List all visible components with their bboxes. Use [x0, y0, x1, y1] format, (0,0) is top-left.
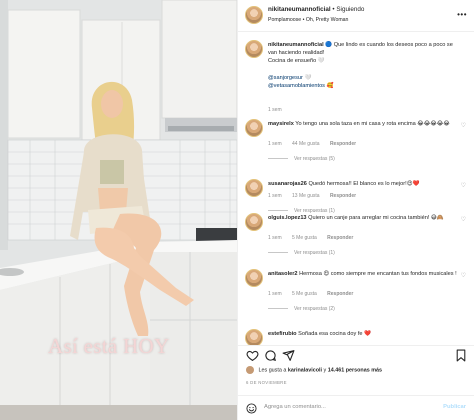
- likes-count[interactable]: 14.461 personas más: [328, 367, 382, 373]
- comment-avatar[interactable]: [245, 179, 263, 197]
- audio-link[interactable]: Pomplamoose • Oh, Pretty Woman: [268, 17, 348, 23]
- comment-body: Soñada esa cocina doy fe ❤️: [298, 331, 372, 337]
- caption-time[interactable]: 1 sem: [268, 107, 282, 113]
- likes-summary: Les gusta a karinalavicoli y 14.461 pers…: [246, 366, 382, 374]
- comment-time[interactable]: 1 sem: [268, 193, 282, 199]
- caption-meta: 1 sem: [268, 107, 291, 113]
- post-header: nikitaneumannoficial • Siguiendo Pomplam…: [238, 0, 474, 32]
- comment-username[interactable]: anitasoler2: [268, 271, 298, 277]
- author-line: nikitaneumannoficial • Siguiendo: [268, 6, 364, 13]
- view-replies-label: Ver respuestas (2): [294, 306, 335, 312]
- comment-username[interactable]: olguis.lopez13: [268, 215, 307, 221]
- comments-list[interactable]: nikitaneumannoficial 🔵 Que lindo es cuan…: [238, 33, 474, 345]
- comment-username[interactable]: maysirelx: [268, 121, 294, 127]
- comment-time[interactable]: 1 sem: [268, 141, 282, 147]
- comment-username[interactable]: estefirubio: [268, 331, 297, 337]
- publish-button[interactable]: Publicar: [443, 404, 466, 410]
- reply-button[interactable]: Responder: [330, 141, 356, 147]
- post-date[interactable]: 6 DE NOVIEMBRE: [246, 380, 287, 385]
- view-replies-button[interactable]: Ver respuestas (1): [268, 250, 335, 256]
- replies-line: [268, 210, 288, 212]
- comment-time[interactable]: 1 sem: [268, 291, 282, 297]
- comment-text: maysirelx Yo tengo una sola taza en mi c…: [268, 120, 458, 128]
- reply-button[interactable]: Responder: [327, 291, 353, 297]
- emoji-icon[interactable]: [246, 403, 257, 414]
- caption-mention-2[interactable]: @vetasamoblamientos 🥰: [268, 83, 334, 89]
- comment-text: estefirubio Soñada esa cocina doy fe ❤️: [268, 330, 458, 338]
- action-bar: [238, 345, 474, 367]
- comment-avatar[interactable]: [245, 213, 263, 231]
- like-comment-heart-icon[interactable]: ♡: [461, 272, 466, 279]
- comment-body: Yo tengo una sola taza en mi casa y rota…: [295, 121, 450, 127]
- comment-text: olguis.lopez13 Quiero un canje para arre…: [268, 214, 458, 222]
- author-avatar[interactable]: [245, 6, 263, 24]
- comment-body: Quiero un canje para arreglar mi cocina …: [308, 215, 444, 221]
- comment-likes[interactable]: 5 Me gusta: [292, 235, 317, 241]
- view-replies-label: Ver respuestas (1): [294, 250, 335, 256]
- comment-avatar[interactable]: [245, 269, 263, 287]
- comment-likes[interactable]: 5 Me gusta: [292, 291, 317, 297]
- caption-avatar[interactable]: [245, 40, 263, 58]
- like-comment-heart-icon[interactable]: ♡: [461, 122, 466, 129]
- comment-likes[interactable]: 44 Me gusta: [292, 141, 320, 147]
- comment-avatar[interactable]: [245, 119, 263, 137]
- post-media[interactable]: Así está HOY: [0, 0, 237, 420]
- caption-username[interactable]: nikitaneumannoficial: [268, 42, 324, 48]
- replies-line: [268, 252, 288, 254]
- comment-avatar[interactable]: [245, 329, 263, 345]
- comment-time[interactable]: 1 sem: [268, 235, 282, 241]
- like-comment-heart-icon[interactable]: ♡: [461, 216, 466, 223]
- separator-dot: •: [332, 6, 335, 13]
- author-username[interactable]: nikitaneumannoficial: [268, 6, 331, 13]
- view-replies-button[interactable]: Ver respuestas (5): [268, 156, 335, 162]
- comment-likes[interactable]: 13 Me gusta: [292, 193, 320, 199]
- comment-icon[interactable]: [264, 349, 277, 362]
- comment-body: Hermosa 😍 como siempre me encantan tus f…: [299, 271, 457, 277]
- add-comment-bar: Agrega un comentario... Publicar: [238, 395, 474, 420]
- like-comment-heart-icon[interactable]: ♡: [461, 182, 466, 189]
- comment-body: Quedó hermosa!! El blanco es lo mejor!😍❤…: [308, 181, 420, 187]
- save-bookmark-icon[interactable]: [455, 349, 467, 362]
- view-replies-button[interactable]: Ver respuestas (2): [268, 306, 335, 312]
- comment-text: susanarojas26 Quedó hermosa!! El blanco …: [268, 180, 458, 188]
- comment-text: anitasoler2 Hermosa 😍 como siempre me en…: [268, 270, 458, 278]
- comment-username[interactable]: susanarojas26: [268, 181, 307, 187]
- replies-line: [268, 158, 288, 160]
- caption-text: nikitaneumannoficial 🔵 Que lindo es cuan…: [268, 41, 458, 90]
- more-options-icon[interactable]: •••: [457, 11, 467, 19]
- comment-input[interactable]: Agrega un comentario...: [264, 404, 326, 410]
- comment-meta: 1 sem 44 Me gusta Responder: [268, 141, 365, 147]
- media-overlay-text: Así está HOY: [48, 334, 170, 358]
- replies-line: [268, 308, 288, 310]
- reply-button[interactable]: Responder: [330, 193, 356, 199]
- caption-mention-1[interactable]: @sanjorgesur 🤍: [268, 75, 311, 81]
- following-button[interactable]: Siguiendo: [336, 6, 364, 13]
- comment-meta: 1 sem 13 Me gusta Responder: [268, 193, 365, 199]
- share-icon[interactable]: [282, 349, 295, 362]
- liker-username[interactable]: karinalavicoli: [288, 367, 322, 373]
- liker-avatar[interactable]: [246, 366, 254, 374]
- likes-connector: y: [323, 367, 327, 374]
- view-replies-label: Ver respuestas (5): [294, 156, 335, 162]
- post-panel: nikitaneumannoficial • Siguiendo Pomplam…: [237, 0, 474, 420]
- reply-button[interactable]: Responder: [327, 235, 353, 241]
- comment-meta: 1 sem 5 Me gusta Responder: [268, 291, 362, 297]
- like-heart-icon[interactable]: [246, 349, 259, 362]
- comment-meta: 1 sem 5 Me gusta Responder: [268, 235, 362, 241]
- likes-prefix: Les gusta a: [258, 367, 287, 374]
- caption-body-2: Cocina de ensueño 🤍: [268, 58, 325, 65]
